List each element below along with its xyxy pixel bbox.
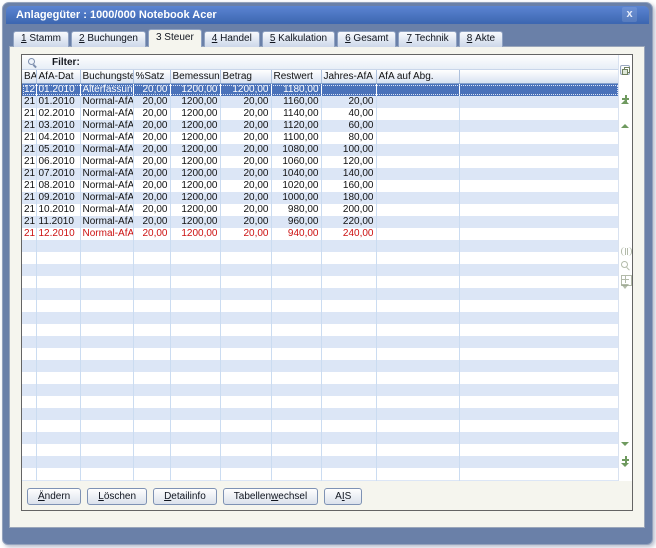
empty-row	[22, 396, 619, 408]
empty-row	[22, 336, 619, 348]
empty-row	[22, 360, 619, 372]
column-header[interactable]: AfA-Dat	[36, 70, 81, 84]
tab-buchungen[interactable]: 2 Buchungen	[71, 31, 146, 47]
table-row[interactable]: 21 04.2010 Normal-AfA 20,00 1200,00 20,00 1100…	[22, 132, 619, 144]
row-down-icon[interactable]	[621, 442, 630, 463]
table-body: 12 01.2010 Alterfassung 20,00 1200,00 1200,00…	[22, 83, 619, 481]
empty-row	[22, 288, 619, 300]
grid-zone: BAAfA-DatBuchungstext%SatzBemessungBetra…	[22, 70, 619, 481]
content-panel: Filter: BAAfA-DatBuchungstext%SatzBemess…	[9, 46, 645, 528]
empty-row	[22, 276, 619, 288]
data-grid: BAAfA-DatBuchungstext%SatzBemessungBetra…	[22, 70, 619, 481]
search-icon	[27, 57, 38, 68]
scroll-to-bottom-icon[interactable]	[621, 463, 630, 484]
empty-row	[22, 432, 619, 444]
tab-gesamt[interactable]: 6 Gesamt	[337, 31, 397, 47]
column-header[interactable]: AfA auf Abg.	[376, 70, 460, 84]
tab-stamm[interactable]: 1 Stamm	[13, 31, 70, 47]
ais-button[interactable]: AIS	[324, 487, 363, 505]
detailinfo-button[interactable]: Detailinfo	[153, 487, 217, 505]
tab-strip: 1 Stamm 2 Buchungen 3 Steuer 4 Handel 5 Kalk…	[13, 29, 504, 47]
empty-row	[22, 384, 619, 396]
loeschen-button[interactable]: Löschen	[87, 487, 148, 505]
table-row[interactable]: 21 08.2010 Normal-AfA 20,00 1200,00 20,00 1020…	[22, 180, 619, 192]
column-header[interactable]: Bemessung	[170, 70, 221, 84]
empty-row	[22, 468, 619, 480]
close-icon[interactable]: x	[622, 7, 637, 22]
column-header[interactable]	[459, 70, 619, 84]
table-row[interactable]: 21 12.2010 Normal-AfA 20,00 1200,00 20,00 940,…	[22, 228, 619, 240]
empty-row	[22, 240, 619, 252]
table-row[interactable]: 21 09.2010 Normal-AfA 20,00 1200,00 20,00 1000…	[22, 192, 619, 204]
column-header[interactable]: BA	[22, 70, 37, 84]
tab-kalkulation[interactable]: 5 Kalkulation	[261, 31, 336, 47]
grid-container: Filter: BAAfA-DatBuchungstext%SatzBemess…	[21, 54, 633, 511]
tab-technik[interactable]: 7 Technik	[398, 31, 457, 47]
empty-row	[22, 312, 619, 324]
empty-row	[22, 372, 619, 384]
grid-copy-icon[interactable]	[620, 65, 630, 75]
empty-row	[22, 264, 619, 276]
grid-header-row: BAAfA-DatBuchungstext%SatzBemessungBetra…	[22, 70, 619, 84]
column-header[interactable]: %Satz	[133, 70, 171, 84]
filter-label: Filter:	[52, 56, 80, 68]
tab-akte[interactable]: 8 Akte	[458, 31, 504, 47]
tab-handel[interactable]: 4 Handel	[203, 31, 260, 47]
empty-row	[22, 324, 619, 336]
page-up-icon[interactable]	[621, 95, 630, 103]
anlagegueter-window: Anlagegüter : 1000/000 Notebook Acer x 1…	[2, 2, 653, 545]
grid-nav-strip	[618, 55, 632, 484]
button-bar: Ändern Löschen Detailinfo Tabellenwechsel AI…	[22, 482, 632, 510]
empty-row	[22, 300, 619, 312]
table-row[interactable]: 21 10.2010 Normal-AfA 20,00 1200,00 20,00 980,…	[22, 204, 619, 216]
filter-bar[interactable]: Filter:	[22, 55, 619, 70]
window-title: Anlagegüter : 1000/000 Notebook Acer	[16, 9, 217, 21]
scroll-to-top-icon[interactable]	[621, 83, 630, 104]
titlebar[interactable]: Anlagegüter : 1000/000 Notebook Acer x	[6, 6, 649, 24]
filter-tool-icon[interactable]	[621, 284, 630, 306]
row-up-icon[interactable]	[621, 107, 630, 128]
empty-row	[22, 444, 619, 456]
table-row[interactable]: 21 11.2010 Normal-AfA 20,00 1200,00 20,00 960,…	[22, 216, 619, 228]
search-tool-icon[interactable]	[621, 261, 630, 270]
tabellenwechsel-button[interactable]: Tabellenwechsel	[222, 487, 319, 505]
table-row[interactable]: 21 07.2010 Normal-AfA 20,00 1200,00 20,00 1040…	[22, 168, 619, 180]
empty-row	[22, 408, 619, 420]
column-header[interactable]: Betrag	[220, 70, 272, 84]
column-header[interactable]: Buchungstext	[80, 70, 134, 84]
empty-row	[22, 456, 619, 468]
table-row[interactable]: 21 05.2010 Normal-AfA 20,00 1200,00 20,00 1080…	[22, 144, 619, 156]
table-row[interactable]: 21 02.2010 Normal-AfA 20,00 1200,00 20,00 1140…	[22, 108, 619, 120]
table-row[interactable]: 21 03.2010 Normal-AfA 20,00 1200,00 20,00 1120…	[22, 120, 619, 132]
empty-row	[22, 420, 619, 432]
empty-row	[22, 348, 619, 360]
column-header[interactable]: Jahres-AfA	[321, 70, 377, 84]
aendern-button[interactable]: Ändern	[27, 487, 82, 505]
table-row[interactable]: 21 01.2010 Normal-AfA 20,00 1200,00 20,00 1160…	[22, 96, 619, 108]
column-header[interactable]: Restwert	[271, 70, 322, 84]
tab-steuer[interactable]: 3 Steuer	[147, 29, 202, 47]
table-row[interactable]: 21 06.2010 Normal-AfA 20,00 1200,00 20,00 1060…	[22, 156, 619, 168]
fit-columns-icon[interactable]	[621, 247, 632, 256]
empty-row	[22, 480, 619, 481]
table-row[interactable]: 12 01.2010 Alterfassung 20,00 1200,00 1200,00…	[22, 83, 619, 96]
empty-row	[22, 252, 619, 264]
